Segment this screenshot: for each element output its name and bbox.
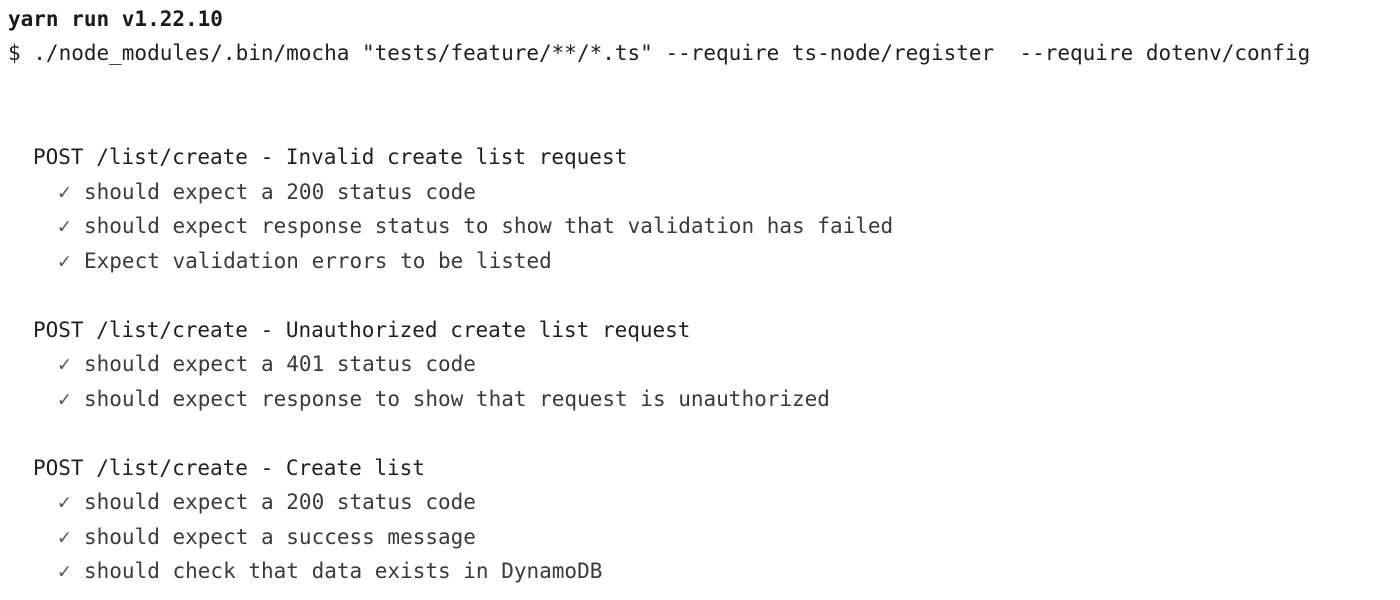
check-icon: ✓ (58, 490, 71, 514)
test-name: should check that data exists in DynamoD… (84, 559, 603, 583)
check-icon: ✓ (58, 180, 71, 204)
yarn-version-line: yarn run v1.22.10 (8, 7, 223, 31)
test-result: ✓ should expect a 200 status code (58, 489, 476, 515)
check-icon: ✓ (58, 559, 71, 583)
check-icon: ✓ (58, 214, 71, 238)
test-result: ✓ should expect response status to show t… (58, 213, 893, 239)
test-name: should expect a success message (84, 525, 476, 549)
test-name: should expect response to show that requ… (84, 387, 830, 411)
suite-title: POST /list/create - Create list (33, 456, 425, 480)
command-line: $ ./node_modules/.bin/mocha "tests/featu… (8, 41, 1311, 65)
test-result: ✓ should expect a 401 status code (58, 351, 476, 377)
test-result: ✓ should expect a success message (58, 524, 476, 550)
test-name: Expect validation errors to be listed (84, 249, 552, 273)
check-icon: ✓ (58, 525, 71, 549)
test-result: ✓ should expect a 200 status code (58, 179, 476, 205)
terminal-output: yarn run v1.22.10 $ ./node_modules/.bin/… (0, 0, 1400, 600)
suite-title: POST /list/create - Invalid create list … (33, 145, 628, 169)
test-name: should expect response status to show th… (84, 214, 894, 238)
check-icon: ✓ (58, 249, 71, 273)
test-result: ✓ should expect response to show that req… (58, 386, 830, 412)
test-result: ✓ should check that data exists in Dynamo… (58, 558, 602, 584)
test-name: should expect a 200 status code (84, 180, 476, 204)
check-icon: ✓ (58, 352, 71, 376)
suite-title: POST /list/create - Unauthorized create … (33, 318, 691, 342)
test-name: should expect a 200 status code (84, 490, 476, 514)
test-name: should expect a 401 status code (84, 352, 476, 376)
check-icon: ✓ (58, 387, 71, 411)
test-result: ✓ Expect validation errors to be listed (58, 248, 552, 274)
